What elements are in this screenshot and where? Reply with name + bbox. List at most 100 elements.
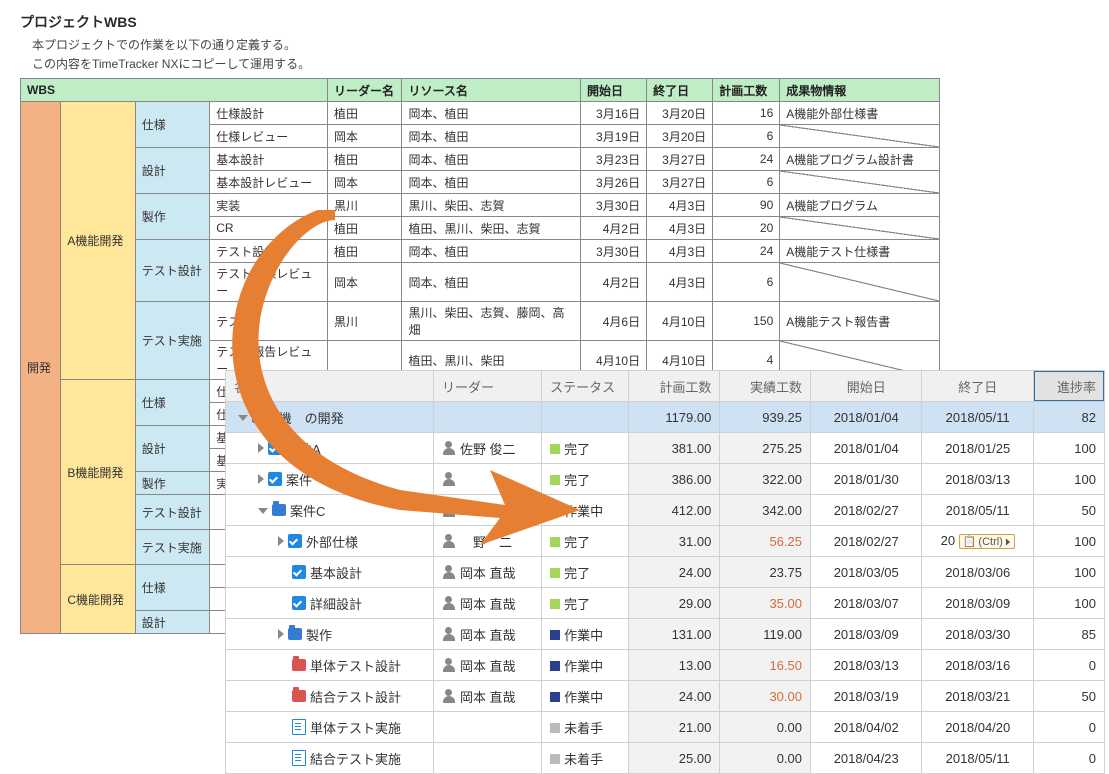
grid-prog: 0 <box>1033 712 1104 743</box>
expand-toggle-icon[interactable] <box>278 536 284 546</box>
grid-prog: 100 <box>1033 433 1104 464</box>
wbs-leader: 岡本 <box>328 125 402 148</box>
grid-head-start[interactable]: 開始日 <box>811 371 922 402</box>
grid-row[interactable]: 結合テスト実施 未着手 25.00 0.00 2018/04/23 2018/0… <box>226 743 1105 774</box>
page-desc-1: 本プロジェクトでの作業を以下の通り定義する。 <box>32 36 1089 53</box>
wbs-res: 岡本、植田 <box>402 125 580 148</box>
expand-toggle-icon[interactable] <box>278 629 284 639</box>
grid-status: 完了 <box>564 535 590 550</box>
grid-start: 2018/02/27 <box>811 495 922 526</box>
grid-head-name[interactable]: 名前 <box>226 371 434 402</box>
wbs-res: 岡本、植田 <box>402 240 580 263</box>
grid-row[interactable]: 案件A 佐野 俊二 完了 381.00 275.25 2018/01/04 20… <box>226 433 1105 464</box>
grid-plan: 412.00 <box>628 495 720 526</box>
wbs-deliv-empty <box>780 263 940 302</box>
wbs-feat-c: C機能開発 <box>61 565 135 634</box>
wbs-res: 岡本、植田 <box>402 148 580 171</box>
wbs-item: 基本設計 <box>210 148 328 171</box>
grid-row[interactable]: 外部仕様 野 二 完了 31.00 56.25 2018/02/27 20 📋 … <box>226 526 1105 557</box>
wbs-res: 黒川、柴田、志賀 <box>402 194 580 217</box>
wbs-deliv: A機能プログラム設計書 <box>780 148 940 171</box>
grid-status: 作業中 <box>564 504 603 519</box>
grid-plan: 29.00 <box>628 588 720 619</box>
wbs-head-wbs: WBS <box>21 79 328 102</box>
wbs-head-resource: リソース名 <box>402 79 580 102</box>
chevron-down-icon <box>1006 538 1010 545</box>
grid-status: 完了 <box>564 473 590 488</box>
grid-end: 2018/05/11 <box>922 743 1033 774</box>
wbs-plan: 16 <box>713 102 780 125</box>
wbs-item: テスト <box>210 302 328 341</box>
grid-plan: 1179.00 <box>628 402 720 433</box>
grid-status: 完了 <box>564 597 590 612</box>
wbs-phase: テスト設計 <box>135 240 209 302</box>
expand-toggle-icon[interactable] <box>258 443 264 453</box>
grid-end: 2018/03/13 <box>922 464 1033 495</box>
grid-actual: 342.00 <box>720 495 811 526</box>
grid-head-actual[interactable]: 実績工数 <box>720 371 811 402</box>
person-icon <box>442 689 456 703</box>
wbs-end: 3月20日 <box>647 102 713 125</box>
wbs-res: 植田、黒川、柴田、志賀 <box>402 217 580 240</box>
wbs-start: 3月30日 <box>580 240 646 263</box>
grid-head-prog[interactable]: 進捗率 <box>1033 371 1104 402</box>
expand-toggle-icon[interactable] <box>258 474 264 484</box>
grid-actual: 23.75 <box>720 557 811 588</box>
grid-head-plan[interactable]: 計画工数 <box>628 371 720 402</box>
grid-end: 2018/04/20 <box>922 712 1033 743</box>
wbs-deliv-empty <box>780 125 940 148</box>
grid-prog: 100 <box>1033 557 1104 588</box>
grid-end: 2018/03/16 <box>922 650 1033 681</box>
wbs-phase: テスト設計 <box>135 495 209 530</box>
grid-row[interactable]: 案件C 作業中 412.00 342.00 2018/02/27 2018/05… <box>226 495 1105 526</box>
grid-name: 単体テスト設計 <box>310 656 401 675</box>
wbs-start: 3月26日 <box>580 171 646 194</box>
grid-status: 作業中 <box>564 628 603 643</box>
grid-start: 2018/03/05 <box>811 557 922 588</box>
grid-row[interactable]: 結合テスト設計 岡本 直哉 作業中 24.00 30.00 2018/03/19… <box>226 681 1105 712</box>
wbs-head-end: 終了日 <box>647 79 713 102</box>
grid-row[interactable]: A機 の開発 1179.00 939.25 2018/01/04 2018/05… <box>226 402 1105 433</box>
wbs-start: 3月30日 <box>580 194 646 217</box>
wbs-start: 4月2日 <box>580 217 646 240</box>
grid-start: 2018/01/04 <box>811 402 922 433</box>
grid-leader: 岡本 直哉 <box>460 563 516 582</box>
wbs-start: 4月2日 <box>580 263 646 302</box>
grid-name: 単体テスト実施 <box>310 718 401 737</box>
expand-toggle-icon[interactable] <box>238 415 248 421</box>
grid-row[interactable]: 単体テスト実施 未着手 21.00 0.00 2018/04/02 2018/0… <box>226 712 1105 743</box>
grid-start: 2018/03/07 <box>811 588 922 619</box>
wbs-phase: 設計 <box>135 426 209 472</box>
folder-icon <box>288 628 302 640</box>
grid-actual: 30.00 <box>720 681 811 712</box>
wbs-head-plan: 計画工数 <box>713 79 780 102</box>
grid-status: 完了 <box>564 566 590 581</box>
person-icon <box>442 627 456 641</box>
grid-row[interactable]: 製作 岡本 直哉 作業中 131.00 119.00 2018/03/09 20… <box>226 619 1105 650</box>
grid-head-end[interactable]: 終了日 <box>922 371 1033 402</box>
grid-plan: 13.00 <box>628 650 720 681</box>
check-folder-icon <box>288 534 302 548</box>
grid-actual: 0.00 <box>720 743 811 774</box>
grid-plan: 24.00 <box>628 681 720 712</box>
grid-plan: 131.00 <box>628 619 720 650</box>
grid-status: 未着手 <box>564 752 603 767</box>
grid-row[interactable]: 基本設計 岡本 直哉 完了 24.00 23.75 2018/03/05 201… <box>226 557 1105 588</box>
status-working-icon <box>550 630 560 640</box>
grid-head-status[interactable]: ステータス <box>542 371 629 402</box>
grid-end: 2018/03/09 <box>922 588 1033 619</box>
tracker-grid[interactable]: 名前 リーダー ステータス 計画工数 実績工数 開始日 終了日 進捗率 A機 の… <box>225 370 1105 774</box>
wbs-deliv: A機能テスト仕様書 <box>780 240 940 263</box>
wbs-start: 3月23日 <box>580 148 646 171</box>
grid-head-leader[interactable]: リーダー <box>433 371 541 402</box>
paste-options-chip[interactable]: 📋 (Ctrl) <box>959 534 1015 549</box>
grid-row[interactable]: 案件 完了 386.00 322.00 2018/01/30 2018/03/1… <box>226 464 1105 495</box>
wbs-feat-a: A機能開発 <box>61 102 135 380</box>
grid-row[interactable]: 単体テスト設計 岡本 直哉 作業中 13.00 16.50 2018/03/13… <box>226 650 1105 681</box>
grid-actual: 35.00 <box>720 588 811 619</box>
grid-end-chip: 20 📋 (Ctrl) <box>922 526 1033 557</box>
expand-toggle-icon[interactable] <box>258 508 268 514</box>
grid-actual: 16.50 <box>720 650 811 681</box>
grid-plan: 24.00 <box>628 557 720 588</box>
grid-row[interactable]: 詳細設計 岡本 直哉 完了 29.00 35.00 2018/03/07 201… <box>226 588 1105 619</box>
